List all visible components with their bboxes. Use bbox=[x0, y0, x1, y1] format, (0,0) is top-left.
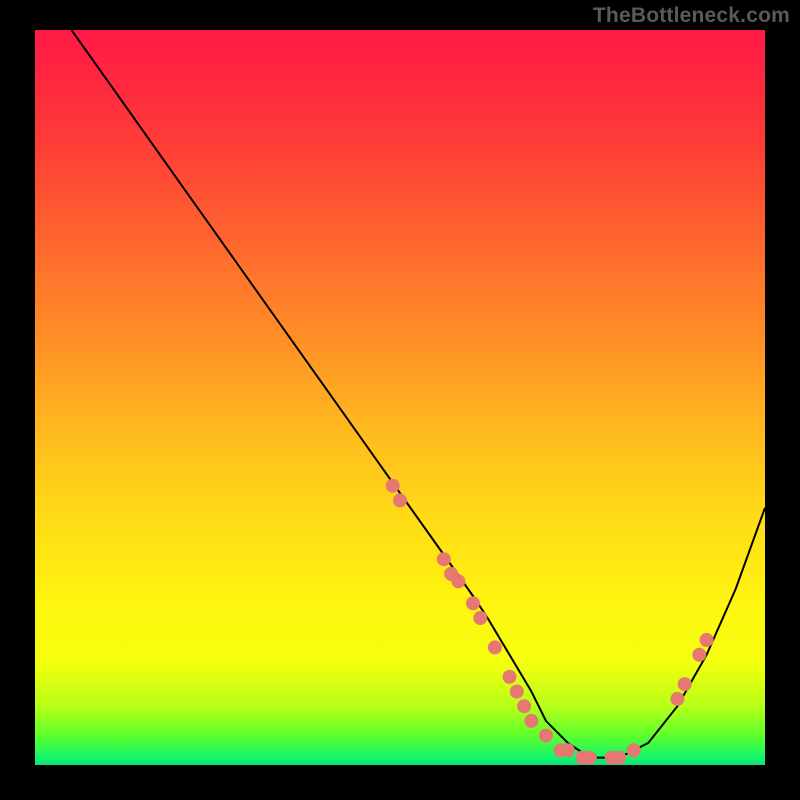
chart-marker bbox=[473, 611, 487, 625]
chart-stage: TheBottleneck.com bbox=[0, 0, 800, 800]
chart-marker bbox=[517, 699, 531, 713]
chart-marker bbox=[524, 714, 538, 728]
chart-marker bbox=[503, 670, 517, 684]
chart-marker bbox=[393, 493, 407, 507]
chart-marker bbox=[488, 640, 502, 654]
chart-marker bbox=[670, 692, 684, 706]
chart-marker bbox=[451, 574, 465, 588]
chart-marker bbox=[583, 751, 597, 765]
watermark-text: TheBottleneck.com bbox=[593, 4, 790, 28]
chart-marker bbox=[437, 552, 451, 566]
chart-marker bbox=[678, 677, 692, 691]
chart-marker bbox=[466, 596, 480, 610]
bottleneck-curve-line bbox=[72, 30, 766, 758]
bottleneck-chart-svg bbox=[35, 30, 765, 765]
chart-marker bbox=[627, 743, 641, 757]
chart-marker bbox=[612, 751, 626, 765]
chart-marker bbox=[692, 648, 706, 662]
chart-marker bbox=[539, 729, 553, 743]
chart-marker bbox=[386, 479, 400, 493]
chart-marker bbox=[510, 685, 524, 699]
chart-marker bbox=[700, 633, 714, 647]
chart-marker bbox=[561, 743, 575, 757]
